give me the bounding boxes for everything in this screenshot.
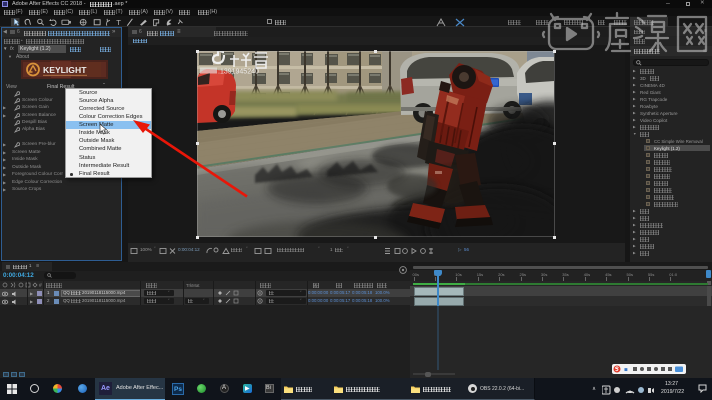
- svg-text:#: #: [39, 283, 42, 288]
- svg-text:T: T: [116, 18, 121, 26]
- svg-text:■: ■: [624, 368, 628, 374]
- svg-text:KEYLIGHT: KEYLIGHT: [43, 65, 87, 75]
